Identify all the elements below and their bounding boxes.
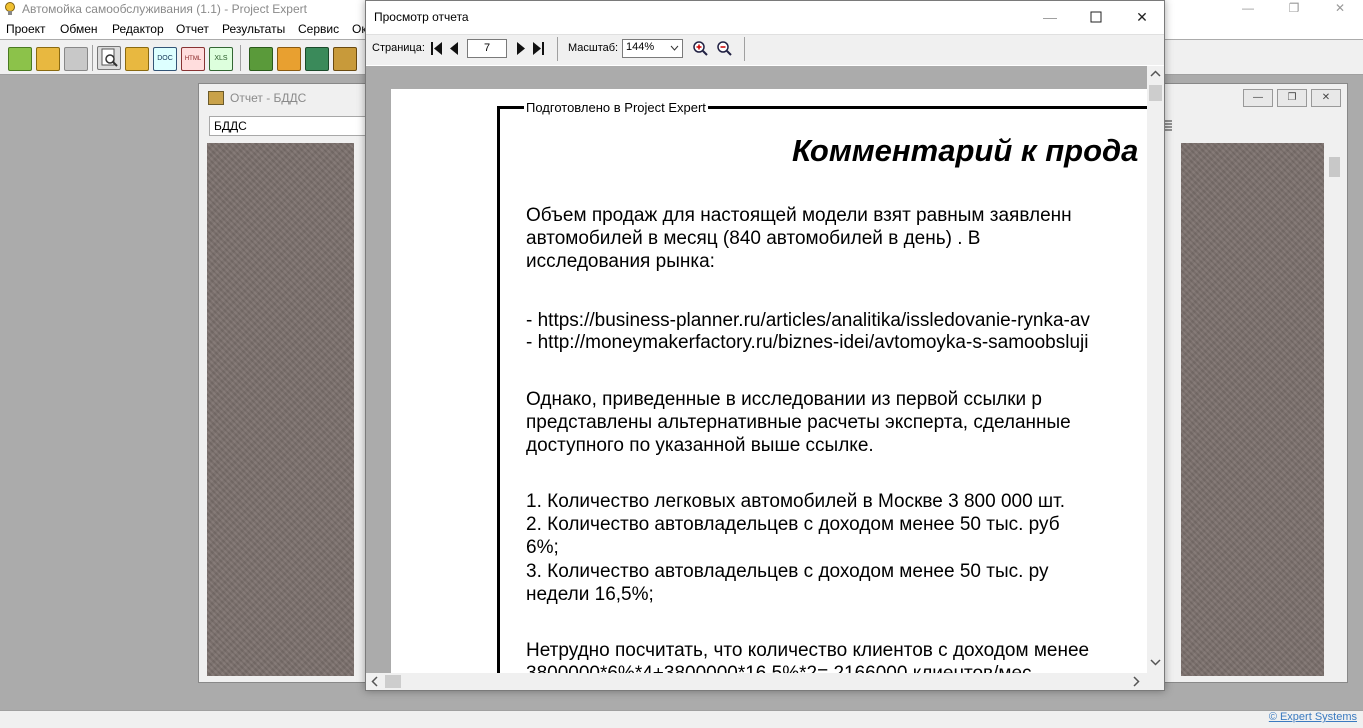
scroll-up-icon[interactable] [1150, 70, 1161, 77]
preview-maximize-icon[interactable] [1073, 0, 1119, 34]
scroll-right-icon[interactable] [1133, 676, 1140, 687]
toolbar-separator [557, 37, 558, 61]
menu-project[interactable]: Проект [6, 22, 46, 36]
paragraph-line: Объем продаж для настоящей модели взят р… [526, 205, 1072, 226]
new-project-icon[interactable] [8, 47, 32, 71]
report-background-right [1181, 143, 1324, 676]
export-html-icon[interactable]: HTML [181, 47, 205, 71]
report-background-left [207, 143, 354, 676]
list-line: 3. Количество автовладельцев с доходом м… [526, 561, 1049, 582]
link-line: - http://moneymakerfactory.ru/biznes-ide… [526, 332, 1089, 353]
paragraph-line: 3800000*6%*4+3800000*16,5%*2= 2166000 кл… [526, 663, 1032, 673]
report-page-content: Подготовлено в Project Expert Комментари… [391, 89, 1147, 673]
copyright-link[interactable]: © Expert Systems [1269, 711, 1357, 723]
preview-icon[interactable] [97, 46, 121, 70]
paragraph-line: Однако, приведенные в исследовании из пе… [526, 389, 1042, 410]
toolbar-separator [744, 37, 745, 61]
prev-page-icon[interactable] [447, 40, 463, 57]
menu-service[interactable]: Сервис [298, 22, 339, 36]
report-window-title: Отчет - БДДС [230, 91, 307, 105]
list-line: 1. Количество легковых автомобилей в Мос… [526, 491, 1066, 512]
list-line: 6%; [526, 537, 559, 558]
paragraph-line: представлены альтернативные расчеты эксп… [526, 412, 1071, 433]
menu-report[interactable]: Отчет [176, 22, 209, 36]
report-restore-icon[interactable]: ❐ [1277, 89, 1307, 107]
zoom-in-icon[interactable] [692, 40, 709, 57]
zoom-select[interactable]: 144% [622, 39, 683, 58]
first-page-icon[interactable] [429, 40, 445, 57]
calculator-icon[interactable] [305, 47, 329, 71]
chevron-down-icon [670, 45, 679, 51]
toolbar-separator [240, 45, 241, 71]
app-title: Автомойка самообслуживания (1.1) - Proje… [22, 2, 307, 16]
zoom-out-icon[interactable] [716, 40, 733, 57]
last-page-icon[interactable] [530, 40, 546, 57]
preview-vertical-scrollbar[interactable] [1147, 66, 1164, 673]
preview-horizontal-scrollbar[interactable] [366, 673, 1147, 690]
preview-hscroll-thumb[interactable] [385, 675, 401, 688]
preview-close-icon[interactable]: ✕ [1119, 0, 1165, 34]
paragraph-line: исследования рынка: [526, 251, 715, 272]
menu-exchange[interactable]: Обмен [60, 22, 98, 36]
paragraph-line: автомобилей в месяц (840 автомобилей в д… [526, 228, 981, 249]
report-minimize-icon[interactable]: — [1243, 89, 1273, 107]
report-type-combo[interactable]: БДДС [209, 116, 369, 136]
menu-editor[interactable]: Редактор [112, 22, 164, 36]
package-icon[interactable] [333, 47, 357, 71]
frame-label: Подготовлено в Project Expert [524, 100, 708, 115]
zoom-value: 144% [626, 41, 655, 53]
list-line: 2. Количество автовладельцев с доходом м… [526, 514, 1060, 535]
lightbulb-icon [5, 2, 15, 15]
preview-title: Просмотр отчета [374, 10, 469, 24]
status-bar [0, 710, 1363, 728]
open-folder-icon[interactable] [36, 47, 60, 71]
scroll-left-icon[interactable] [371, 676, 378, 687]
export-xls-icon[interactable]: XLS [209, 47, 233, 71]
report-window-icon [208, 91, 224, 105]
document-title: Комментарий к прода [792, 133, 1139, 168]
scroll-down-icon[interactable] [1150, 659, 1161, 666]
page-label: Страница: [372, 42, 425, 54]
print-icon[interactable] [125, 47, 149, 71]
zoom-label: Масштаб: [568, 42, 619, 54]
restore-icon[interactable]: ❐ [1271, 0, 1317, 19]
list-line: недели 16,5%; [526, 584, 654, 605]
link-line: - https://business-planner.ru/articles/a… [526, 310, 1090, 331]
next-page-icon[interactable] [513, 40, 529, 57]
report-vertical-scrollbar[interactable] [1326, 143, 1343, 676]
page-number-input[interactable]: 7 [467, 39, 507, 58]
tools-icon[interactable] [249, 47, 273, 71]
preview-vscroll-thumb[interactable] [1149, 85, 1162, 101]
menu-results[interactable]: Результаты [222, 22, 285, 36]
report-close-icon[interactable]: ✕ [1311, 89, 1341, 107]
scrollbar-corner [1147, 673, 1164, 690]
paragraph-line: доступного по указанной выше ссылке. [526, 435, 874, 456]
toolbar-separator [92, 45, 93, 71]
preview-minimize-icon[interactable]: — [1027, 0, 1073, 34]
report-scroll-thumb[interactable] [1329, 157, 1340, 177]
paragraph-line: Нетрудно посчитать, что количество клиен… [526, 640, 1090, 661]
edit-icon[interactable] [277, 47, 301, 71]
minimize-icon[interactable]: — [1225, 0, 1271, 19]
export-doc-icon[interactable]: DOC [153, 47, 177, 71]
save-icon[interactable] [64, 47, 88, 71]
close-icon[interactable]: ✕ [1317, 0, 1363, 19]
